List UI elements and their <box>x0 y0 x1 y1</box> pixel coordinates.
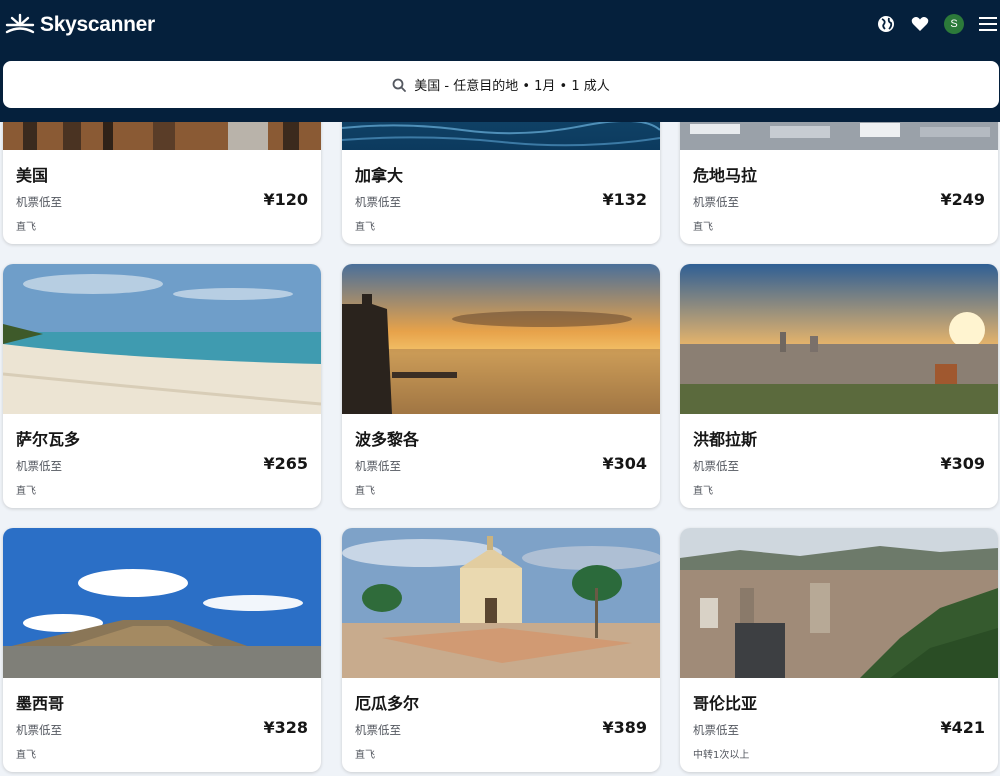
price-label: 机票低至 <box>355 195 401 209</box>
flight-stops: 直飞 <box>355 750 375 761</box>
menu-icon[interactable] <box>978 14 998 34</box>
destination-price: ¥249 <box>940 190 985 209</box>
flight-stops: 中转1次以上 <box>693 750 750 761</box>
destination-info: 哥伦比亚 机票低至 ¥421 中转1次以上 <box>680 678 998 772</box>
destination-image <box>342 264 660 414</box>
destination-image <box>3 528 321 678</box>
flight-stops: 直飞 <box>16 750 36 761</box>
search-summary-text: 美国 - 任意目的地 • 1月 • 1 成人 <box>414 79 610 94</box>
destination-info: 波多黎各 机票低至 ¥304 直飞 <box>342 414 660 508</box>
destination-card-honduras[interactable]: 洪都拉斯 机票低至 ¥309 直飞 <box>680 264 998 508</box>
globe-icon[interactable] <box>876 14 896 34</box>
destination-name: 加拿大 <box>355 166 404 185</box>
destination-price: ¥421 <box>940 718 985 737</box>
destination-image <box>3 264 321 414</box>
flight-stops: 直飞 <box>16 222 36 233</box>
top-navigation-bar: Skyscanner S 美国 - 任意目的地 • 1月 • 1 成人 <box>0 0 1000 122</box>
destination-price: ¥132 <box>602 190 647 209</box>
destination-card-puerto-rico[interactable]: 波多黎各 机票低至 ¥304 直飞 <box>342 264 660 508</box>
flight-stops: 直飞 <box>693 486 713 497</box>
destination-name: 波多黎各 <box>355 430 420 449</box>
destination-name: 萨尔瓦多 <box>16 430 81 449</box>
destination-info: 萨尔瓦多 机票低至 ¥265 直飞 <box>3 414 321 508</box>
destination-name: 危地马拉 <box>693 166 758 185</box>
destination-price: ¥389 <box>602 718 647 737</box>
price-label: 机票低至 <box>16 723 62 737</box>
destination-card-el-salvador[interactable]: 萨尔瓦多 机票低至 ¥265 直飞 <box>3 264 321 508</box>
flight-stops: 直飞 <box>355 486 375 497</box>
destination-price: ¥328 <box>263 718 308 737</box>
destination-image <box>342 528 660 678</box>
flight-stops: 直飞 <box>355 222 375 233</box>
flight-stops: 直飞 <box>16 486 36 497</box>
heart-icon[interactable] <box>910 14 930 34</box>
price-label: 机票低至 <box>693 459 739 473</box>
destination-info: 厄瓜多尔 机票低至 ¥389 直飞 <box>342 678 660 772</box>
destination-price: ¥309 <box>940 454 985 473</box>
destination-image <box>680 264 998 414</box>
sunburst-logo-icon <box>5 13 35 34</box>
price-label: 机票低至 <box>16 195 62 209</box>
destination-name: 墨西哥 <box>16 694 65 713</box>
destination-image <box>680 528 998 678</box>
flight-stops: 直飞 <box>693 222 713 233</box>
search-summary-button[interactable]: 美国 - 任意目的地 • 1月 • 1 成人 <box>3 61 999 108</box>
price-label: 机票低至 <box>16 459 62 473</box>
destination-info: 美国 机票低至 ¥120 直飞 <box>3 150 321 244</box>
destination-price: ¥265 <box>263 454 308 473</box>
destination-name: 美国 <box>16 166 49 185</box>
price-label: 机票低至 <box>693 195 739 209</box>
skyscanner-logo[interactable]: Skyscanner <box>4 13 155 37</box>
price-label: 机票低至 <box>355 723 401 737</box>
header-actions: S <box>876 14 998 34</box>
avatar[interactable]: S <box>944 14 964 34</box>
destination-price: ¥304 <box>602 454 647 473</box>
destination-card-colombia[interactable]: 哥伦比亚 机票低至 ¥421 中转1次以上 <box>680 528 998 772</box>
brand-name: Skyscanner <box>40 13 155 36</box>
price-label: 机票低至 <box>693 723 739 737</box>
search-icon <box>392 78 407 92</box>
destination-info: 墨西哥 机票低至 ¥328 直飞 <box>3 678 321 772</box>
destination-info: 洪都拉斯 机票低至 ¥309 直飞 <box>680 414 998 508</box>
price-label: 机票低至 <box>355 459 401 473</box>
destination-card-ecuador[interactable]: 厄瓜多尔 机票低至 ¥389 直飞 <box>342 528 660 772</box>
destination-name: 哥伦比亚 <box>693 694 758 713</box>
destination-name: 厄瓜多尔 <box>355 694 420 713</box>
destination-name: 洪都拉斯 <box>693 430 758 449</box>
destination-card-mexico[interactable]: 墨西哥 机票低至 ¥328 直飞 <box>3 528 321 772</box>
destination-info: 危地马拉 机票低至 ¥249 直飞 <box>680 150 998 244</box>
destination-price: ¥120 <box>263 190 308 209</box>
destination-info: 加拿大 机票低至 ¥132 直飞 <box>342 150 660 244</box>
